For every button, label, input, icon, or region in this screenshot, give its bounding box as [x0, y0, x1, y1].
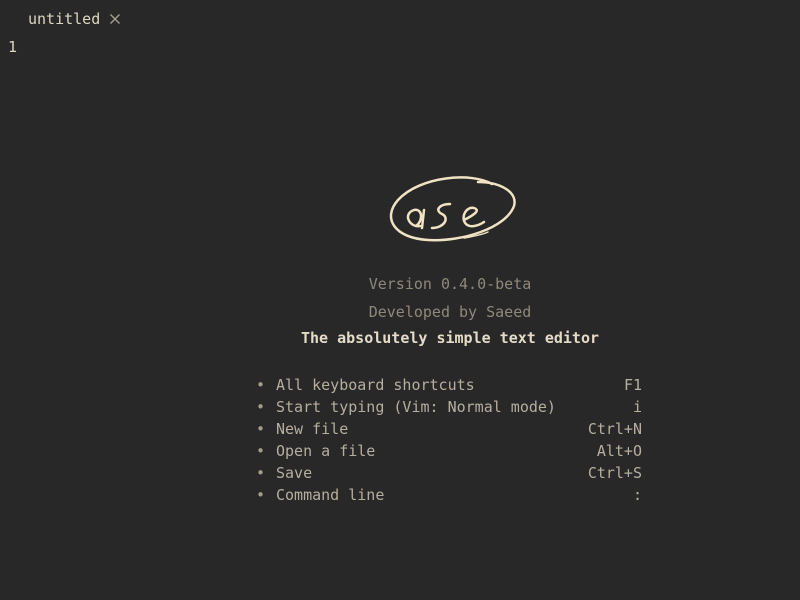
close-icon[interactable] — [108, 12, 122, 26]
line-number: 1 — [8, 38, 18, 56]
text-editor[interactable] — [30, 36, 800, 600]
tab-label: untitled — [28, 10, 101, 28]
tab-bar: untitled — [0, 0, 800, 38]
line-number-gutter: 1 — [8, 36, 17, 58]
tab-untitled[interactable]: untitled — [28, 8, 122, 30]
